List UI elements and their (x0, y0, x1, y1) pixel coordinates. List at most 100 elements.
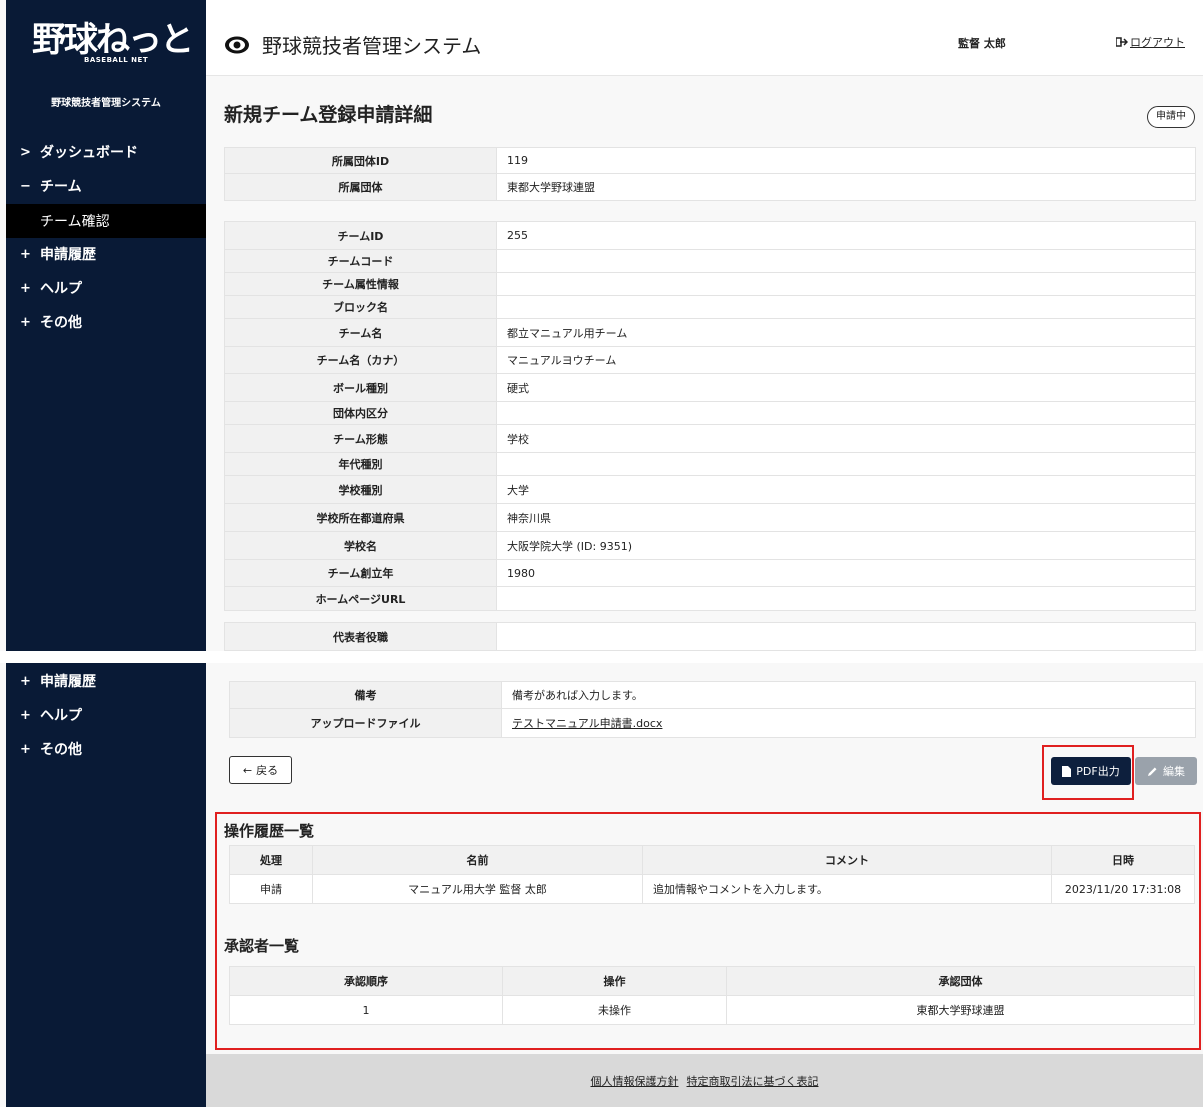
column-header: 承認順序 (229, 966, 503, 996)
sidebar-item-history[interactable]: + 申請履歴 (6, 665, 206, 699)
logout-label: ログアウト (1130, 36, 1185, 49)
user-name: 監督 太郎 (958, 37, 1006, 50)
table-row: 年代種別 (224, 452, 1196, 476)
table-row: 申請 マニュアル用大学 監督 太郎 追加情報やコメントを入力します。 2023/… (229, 874, 1195, 904)
column-header: コメント (642, 845, 1052, 875)
field-label: 学校種別 (224, 475, 497, 504)
footer: 個人情報保護方針 特定商取引法に基づく表記 (206, 1054, 1203, 1107)
field-value (496, 401, 1196, 425)
table-cell: 2023/11/20 17:31:08 (1051, 874, 1195, 904)
sidebar-menu: + 申請履歴 + ヘルプ + その他 (6, 665, 206, 767)
file-icon (1062, 765, 1072, 777)
table-row: 学校所在都道府県 神奈川県 (224, 503, 1196, 532)
arrow-left-icon: ← (242, 763, 253, 777)
table-cell: 東都大学野球連盟 (726, 995, 1195, 1025)
app-title-text: 野球競技者管理システム (262, 34, 482, 58)
table-row: 学校名 大阪学院大学 (ID: 9351) (224, 531, 1196, 560)
field-label: 学校名 (224, 531, 497, 560)
field-value (496, 272, 1196, 296)
approvers-title: 承認者一覧 (224, 937, 300, 955)
back-button-label: 戻る (256, 764, 279, 777)
table-cell: 追加情報やコメントを入力します。 (642, 874, 1052, 904)
table-row: 1 未操作 東都大学野球連盟 (229, 995, 1195, 1025)
page-title: 新規チーム登録申請詳細 (224, 104, 433, 126)
logout-link[interactable]: ログアウト (1116, 34, 1185, 50)
expand-icon: + (20, 281, 31, 296)
representative-table: 代表者役職 (224, 622, 1196, 651)
edit-button-label: 編集 (1163, 765, 1185, 778)
sidebar-item-label: ダッシュボード (40, 145, 138, 161)
sidebar-item-history[interactable]: + 申請履歴 (6, 238, 206, 272)
expand-icon: + (20, 247, 31, 262)
table-row: チーム創立年 1980 (224, 559, 1196, 587)
upload-file-link[interactable]: テストマニュアル申請書.docx (512, 717, 662, 730)
expand-icon: + (20, 742, 31, 757)
table-row: ブロック名 (224, 295, 1196, 319)
column-header: 名前 (312, 845, 643, 875)
sidebar-item-label: 申請履歴 (40, 247, 96, 263)
sidebar-item-team[interactable]: − チーム (6, 170, 206, 204)
sidebar: 野球ねっと BASEBALL NET 野球競技者管理システム > ダッシュボード… (6, 0, 206, 651)
sidebar-item-label: チーム (40, 179, 82, 195)
table-cell: 1 (229, 995, 503, 1025)
column-header: 承認団体 (726, 966, 1195, 996)
field-value (496, 295, 1196, 319)
field-value (496, 586, 1196, 611)
screen-bottom-section: + 申請履歴 + ヘルプ + その他 備考 備考があれば入力します。 アップロー… (0, 663, 1203, 1107)
main-content: 備考 備考があれば入力します。 アップロードファイル テストマニュアル申請書.d… (206, 663, 1203, 1107)
sidebar-item-other[interactable]: + その他 (6, 306, 206, 340)
history-title: 操作履歴一覧 (224, 822, 315, 840)
edit-button[interactable]: 編集 (1135, 757, 1197, 785)
app-title: 野球競技者管理システム (224, 30, 481, 59)
sidebar-item-other[interactable]: + その他 (6, 733, 206, 767)
table-row: チーム属性情報 (224, 272, 1196, 296)
field-value: 119 (496, 147, 1196, 174)
pdf-button-label: PDF出力 (1076, 765, 1120, 778)
field-label: チーム属性情報 (224, 272, 497, 296)
collapse-icon: − (20, 179, 31, 194)
field-label: 学校所在都道府県 (224, 503, 497, 532)
sidebar-item-label: ヘルプ (40, 281, 82, 297)
table-header-row: 承認順序 操作 承認団体 (229, 966, 1195, 996)
chevron-right-icon: > (20, 145, 31, 160)
field-label: チーム創立年 (224, 559, 497, 587)
table-header-row: 処理 名前 コメント 日時 (229, 845, 1195, 875)
commerce-law-link[interactable]: 特定商取引法に基づく表記 (687, 1073, 819, 1089)
sidebar-subitem-team-check[interactable]: チーム確認 (6, 204, 206, 238)
table-row: チーム名（カナ） マニュアルヨウチーム (224, 346, 1196, 374)
back-button[interactable]: ← 戻る (229, 756, 292, 784)
sidebar-item-dashboard[interactable]: > ダッシュボード (6, 136, 206, 170)
field-value (496, 452, 1196, 476)
table-row: チーム形態 学校 (224, 424, 1196, 453)
sidebar-menu: > ダッシュボード − チーム チーム確認 + 申請履歴 + ヘルプ + その他 (6, 136, 206, 340)
field-value: 255 (496, 221, 1196, 250)
privacy-policy-link[interactable]: 個人情報保護方針 (591, 1073, 679, 1089)
column-header: 処理 (229, 845, 313, 875)
approvers-table: 承認順序 操作 承認団体 1 未操作 東都大学野球連盟 (229, 966, 1195, 1025)
field-value: 東都大学野球連盟 (496, 173, 1196, 201)
table-row: チームコード (224, 249, 1196, 273)
table-row: ホームページURL (224, 586, 1196, 611)
sidebar-item-help[interactable]: + ヘルプ (6, 272, 206, 306)
pdf-export-button[interactable]: PDF出力 (1051, 757, 1131, 785)
expand-icon: + (20, 315, 31, 330)
sidebar-item-help[interactable]: + ヘルプ (6, 699, 206, 733)
team-info-table: チームID 255 チームコード チーム属性情報 ブロック名 チーム名 都立マニュア… (224, 221, 1196, 611)
table-row: 所属団体ID 119 (224, 147, 1196, 174)
table-row: 備考 備考があれば入力します。 (229, 681, 1196, 709)
table-cell: 未操作 (502, 995, 727, 1025)
field-label: チーム名 (224, 318, 497, 347)
table-row: 学校種別 大学 (224, 475, 1196, 504)
status-badge: 申請中 (1147, 106, 1195, 128)
history-table: 処理 名前 コメント 日時 申請 マニュアル用大学 監督 太郎 追加情報やコメン… (229, 845, 1195, 904)
field-value: 1980 (496, 559, 1196, 587)
logo-subtext: BASEBALL NET (84, 56, 149, 64)
expand-icon: + (20, 674, 31, 689)
table-row: 団体内区分 (224, 401, 1196, 425)
column-header: 日時 (1051, 845, 1195, 875)
sidebar: + 申請履歴 + ヘルプ + その他 (6, 663, 206, 1107)
logo[interactable]: 野球ねっと BASEBALL NET (32, 18, 194, 68)
field-label: ホームページURL (224, 586, 497, 611)
table-cell: 申請 (229, 874, 313, 904)
field-label: 代表者役職 (224, 622, 497, 651)
